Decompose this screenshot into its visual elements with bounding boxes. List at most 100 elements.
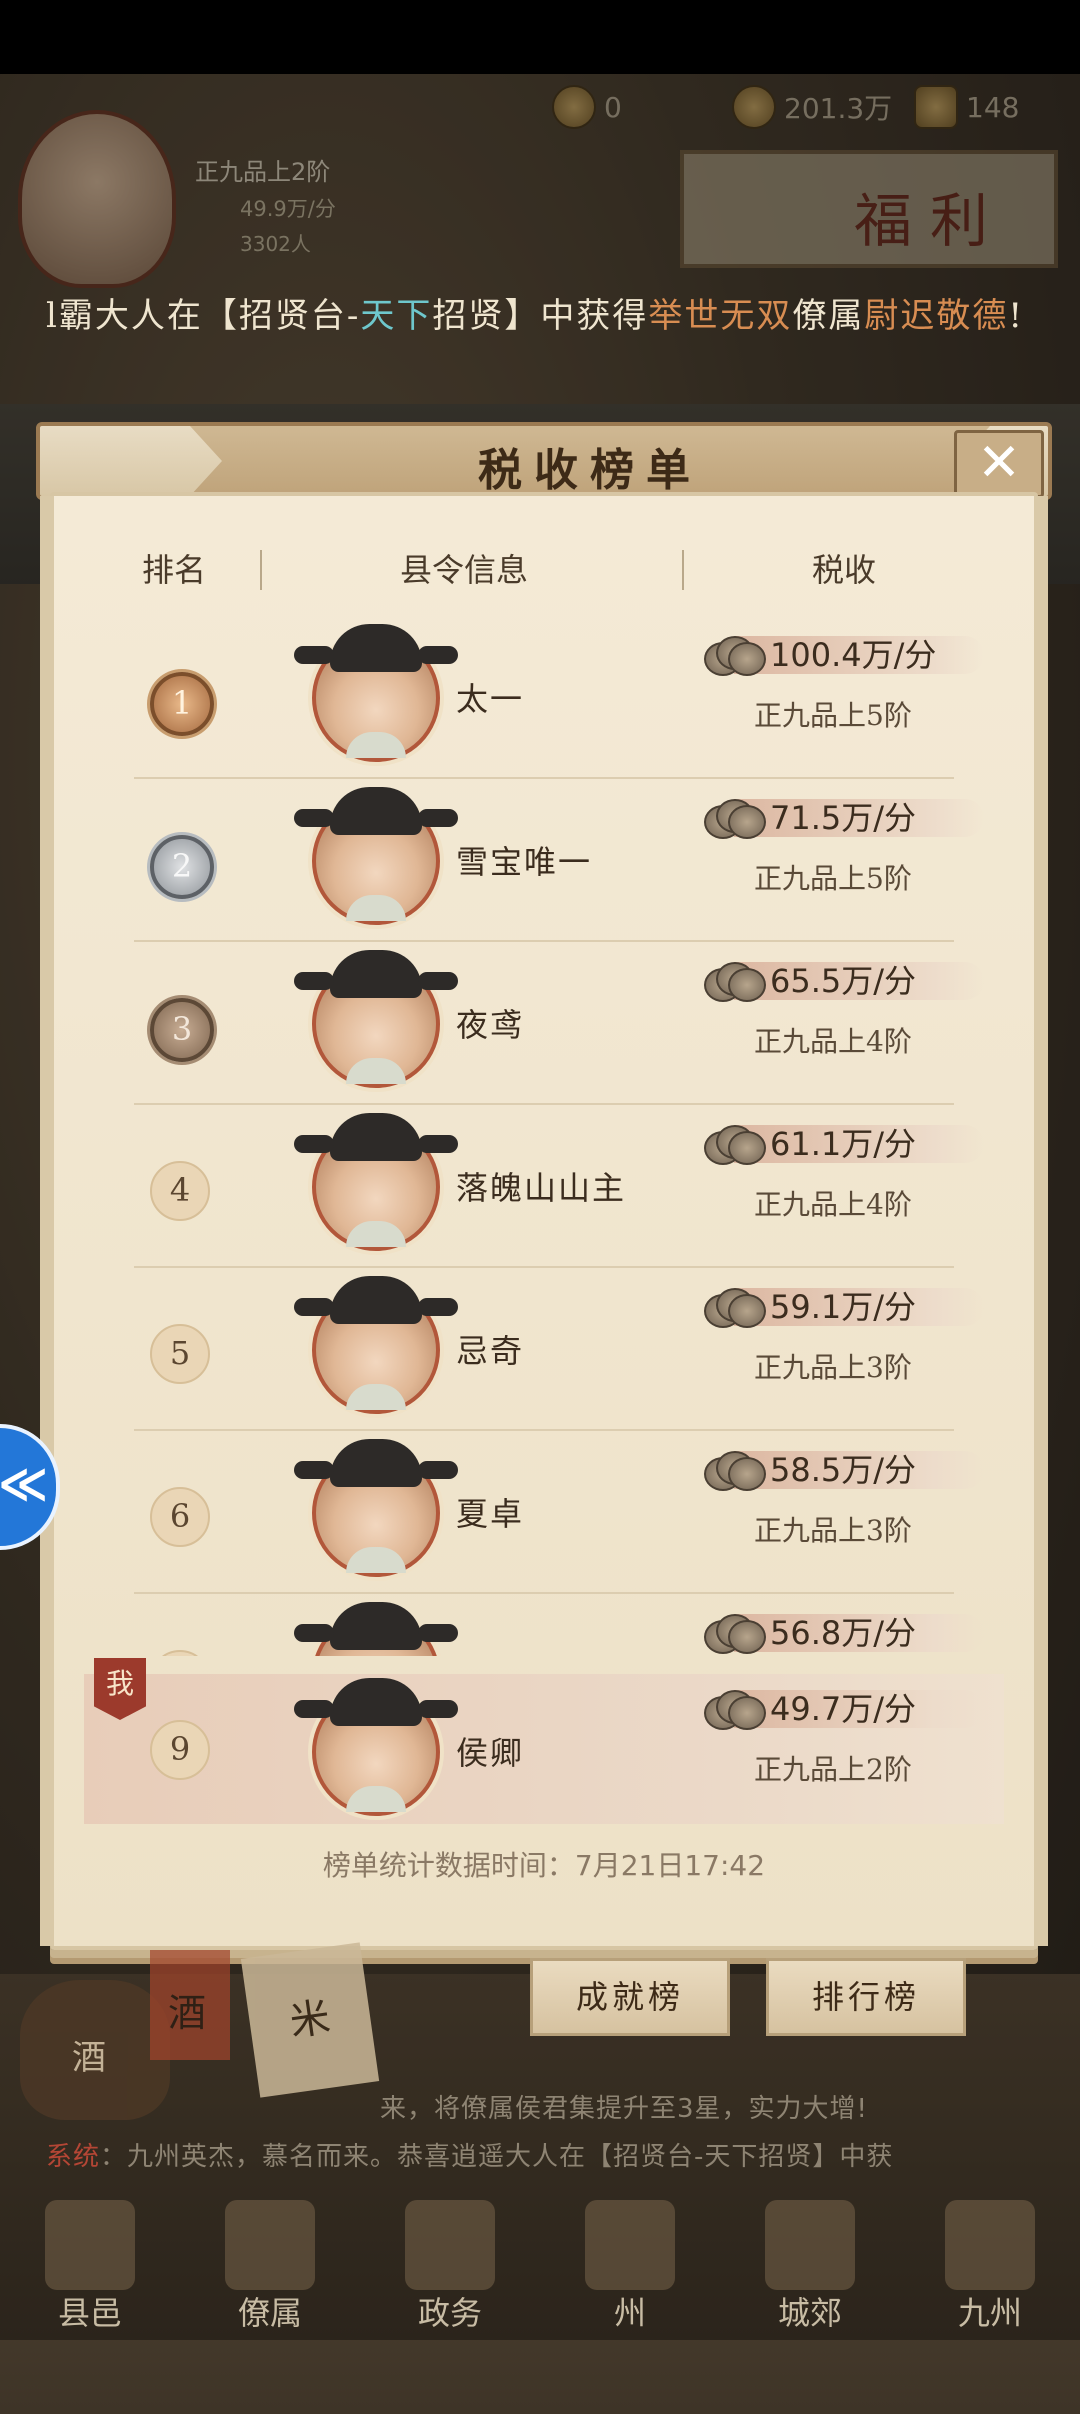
- tax-display: 100.4万/分: [704, 632, 1004, 678]
- coin-stack-icon: [704, 1686, 766, 1730]
- player-name: 忌奇: [456, 1332, 525, 1370]
- modal-header: 税收榜单 ✕: [36, 422, 1052, 500]
- marquee-text-4: !: [1008, 296, 1025, 336]
- player-portrait[interactable]: [294, 1113, 458, 1251]
- leaderboard-row[interactable]: 4 落魄山山主 61.1万/分 正九品上4阶: [54, 1105, 1034, 1268]
- county-icon: [45, 2200, 135, 2290]
- player-name: 太一: [456, 680, 525, 718]
- title-plate: 税收榜单: [190, 426, 990, 496]
- suburbs-icon: [765, 2200, 855, 2290]
- rank-badge: [150, 1650, 210, 1656]
- leaderboard-row[interactable]: 1 太一 100.4万/分 正九品上5阶: [54, 616, 1034, 779]
- my-grade: 正九品上2阶: [754, 1753, 912, 1786]
- player-portrait[interactable]: [294, 950, 458, 1088]
- leaderboard-row[interactable]: 3 夜鸢 65.5万/分 正九品上4阶: [54, 942, 1034, 1105]
- tax-display: 59.1万/分: [704, 1284, 1004, 1330]
- nav-county[interactable]: 县邑: [20, 2200, 160, 2340]
- player-name: 夏卓: [456, 1495, 525, 1533]
- nav-nine-states[interactable]: 九州: [920, 2200, 1060, 2340]
- coin-stack-icon: [704, 632, 766, 676]
- coin-stack-icon: [704, 1121, 766, 1165]
- rice-sack-label: 米: [286, 1994, 334, 2046]
- tax-display: 65.5万/分: [704, 958, 1004, 1004]
- chat-line: 来，将僚属侯君集提升至3星，实力大增!: [380, 2094, 868, 2124]
- rank-badge: 4: [150, 1161, 210, 1221]
- nav-label: 政务: [417, 2294, 482, 2332]
- rank-badge: 6: [150, 1487, 210, 1547]
- nav-label: 城郊: [777, 2294, 842, 2332]
- rank-badge-gold: 1: [150, 672, 214, 736]
- tax-value: 65.5万/分: [770, 962, 917, 1000]
- nav-label: 僚属: [237, 2294, 302, 2332]
- rank-badge-bronze: 3: [150, 998, 214, 1062]
- modal-title: 税收榜单: [478, 445, 702, 496]
- leaderboard-row[interactable]: 2 雪宝唯一 71.5万/分 正九品上5阶: [54, 779, 1034, 942]
- wine-banner-label: 酒: [168, 1991, 207, 2035]
- announcement-marquee: l霸大人在【招贤台-天下招贤】中获得举世无双僚属尉迟敬德!: [0, 288, 1080, 344]
- coin-stack-icon: [704, 795, 766, 839]
- marquee-text-1: l霸大人在【招贤台-: [46, 296, 361, 336]
- column-divider: [260, 550, 262, 590]
- nav-label: 州: [613, 2294, 646, 2332]
- bottom-navigation: 县邑 僚属 政务 州 城郊 九州: [0, 2190, 1080, 2340]
- achievement-board-button[interactable]: 成就榜: [530, 1958, 730, 2036]
- wine-banner-decoration: 酒: [150, 1950, 230, 2060]
- nav-suburbs[interactable]: 城郊: [740, 2200, 880, 2340]
- leaderboard-panel: 排名 县令信息 税收 1 太一 100.4万/分 正九品上5阶 2 雪宝唯一 7…: [40, 492, 1048, 1950]
- wine-jar-label: 酒: [72, 2038, 106, 2078]
- close-button[interactable]: ✕: [954, 430, 1044, 498]
- player-name: 落魄山山主: [456, 1169, 627, 1207]
- marquee-highlight-2: 举世无双: [648, 296, 793, 336]
- leaderboard-row[interactable]: 56.8万/分: [54, 1594, 1034, 1656]
- player-portrait[interactable]: [294, 1276, 458, 1414]
- rank-badge: 5: [150, 1324, 210, 1384]
- nav-label: 县邑: [57, 2294, 122, 2332]
- player-portrait[interactable]: [294, 1602, 458, 1656]
- my-rank-row[interactable]: 9 侯卿 49.7万/分 正九品上2阶: [84, 1674, 1004, 1824]
- nav-staff[interactable]: 僚属: [200, 2200, 340, 2340]
- official-grade: 正九品上5阶: [754, 862, 912, 895]
- player-portrait[interactable]: [294, 787, 458, 925]
- tax-value: 100.4万/分: [770, 636, 937, 674]
- rice-sack-decoration: 米: [240, 1942, 380, 2098]
- official-grade: 正九品上5阶: [754, 699, 912, 732]
- my-tax-value: 49.7万/分: [770, 1690, 917, 1728]
- column-info: 县令信息: [399, 551, 528, 589]
- player-portrait[interactable]: [294, 1439, 458, 1577]
- nav-affairs[interactable]: 政务: [380, 2200, 520, 2340]
- tax-display: 61.1万/分: [704, 1121, 1004, 1167]
- player-portrait[interactable]: [294, 624, 458, 762]
- my-portrait[interactable]: [294, 1678, 458, 1816]
- my-tax-display: 49.7万/分: [704, 1686, 1004, 1732]
- official-grade: 正九品上3阶: [754, 1514, 912, 1547]
- affairs-icon: [405, 2200, 495, 2290]
- nav-label: 九州: [957, 2294, 1022, 2332]
- scroll-edge-left: [40, 496, 54, 1946]
- tax-display: 56.8万/分: [704, 1610, 1004, 1656]
- coin-stack-icon: [704, 1610, 766, 1654]
- chat-line-system: 系统：九州英杰，慕名而来。恭喜逍遥大人在【招贤台-天下招贤】中获: [0, 2136, 1080, 2173]
- scroll-edge-right: [1034, 496, 1048, 1946]
- assist-icon: ≪: [0, 1456, 49, 1512]
- official-grade: 正九品上4阶: [754, 1025, 912, 1058]
- leaderboard-row[interactable]: 5 忌奇 59.1万/分 正九品上3阶: [54, 1268, 1034, 1431]
- column-divider: [682, 550, 684, 590]
- coin-stack-icon: [704, 1284, 766, 1328]
- leaderboard-row[interactable]: 6 夏卓 58.5万/分 正九品上3阶: [54, 1431, 1034, 1594]
- rank-badge-silver: 2: [150, 835, 214, 899]
- nav-prefecture[interactable]: 州: [560, 2200, 700, 2340]
- tax-value: 56.8万/分: [770, 1614, 917, 1652]
- stats-timestamp: 榜单统计数据时间：7月21日17:42: [322, 1849, 766, 1882]
- tax-value: 71.5万/分: [770, 799, 917, 837]
- player-name: 雪宝唯一: [456, 843, 593, 881]
- marquee-highlight-1: 天下: [360, 296, 433, 336]
- column-rank: 排名: [141, 551, 206, 589]
- chat-message: ：九州英杰，慕名而来。恭喜逍遥大人在【招贤台-天下招贤】中获: [100, 2142, 894, 2172]
- staff-icon: [225, 2200, 315, 2290]
- official-grade: 正九品上4阶: [754, 1188, 912, 1221]
- rank-badge: 9: [150, 1720, 210, 1780]
- marquee-text-2: 招贤】中获得: [432, 296, 649, 336]
- leaderboard-list[interactable]: 1 太一 100.4万/分 正九品上5阶 2 雪宝唯一 71.5万/分 正九品上…: [54, 616, 1034, 1656]
- ranking-board-button[interactable]: 排行榜: [766, 1958, 966, 2036]
- tax-value: 59.1万/分: [770, 1288, 917, 1326]
